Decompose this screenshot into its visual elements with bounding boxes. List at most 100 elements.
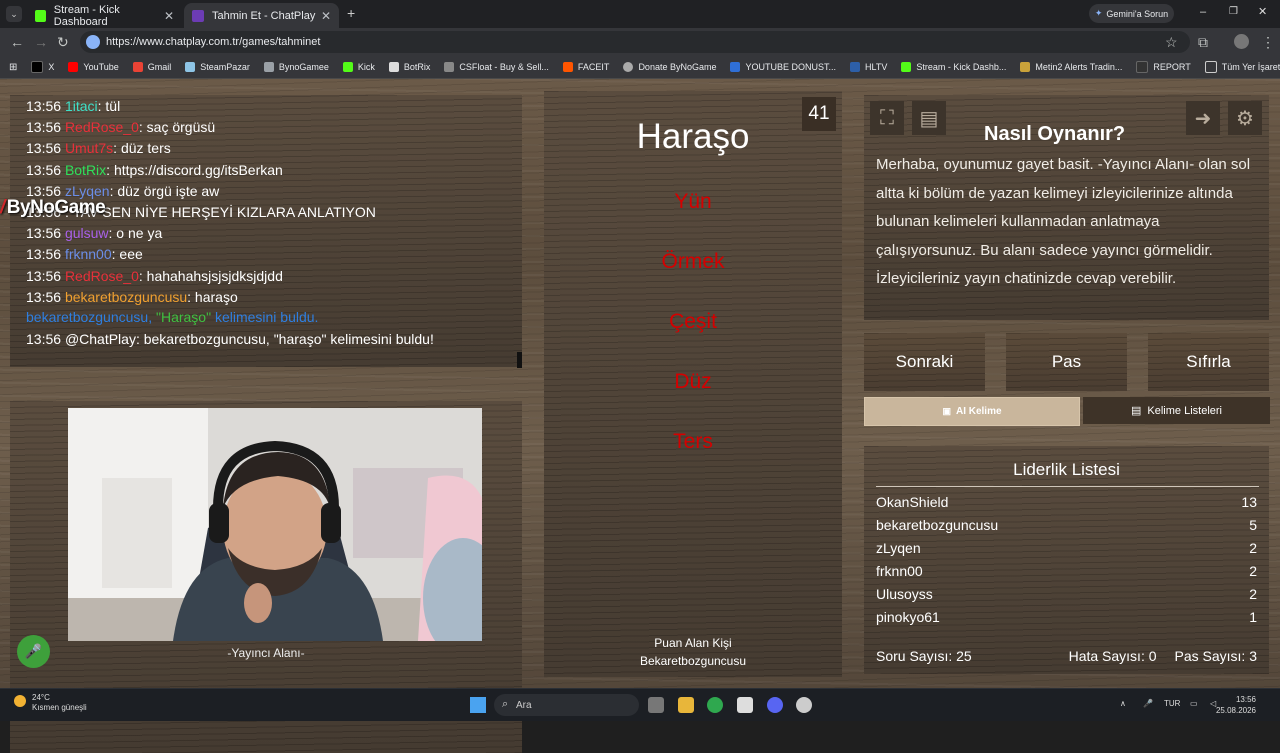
reset-button[interactable]: Sıfırla <box>1148 333 1269 391</box>
message-time: 13:56 <box>26 161 62 178</box>
bookmark-donate[interactable]: Donate ByNoGame <box>623 62 716 72</box>
chat-username[interactable]: frknn00 <box>65 246 112 262</box>
forward-button[interactable]: → <box>34 34 48 50</box>
word-lists-button[interactable]: ▤ Kelime Listeleri <box>1083 397 1270 424</box>
next-button[interactable]: Sonraki <box>864 333 985 391</box>
chat-username[interactable]: bekaretbozguncusu <box>65 289 187 305</box>
close-window-button[interactable]: ✕ <box>1258 5 1267 18</box>
back-button[interactable]: ← <box>10 34 24 50</box>
clock[interactable]: 13:56 25.08.2026 <box>1216 694 1256 716</box>
chrome-icon[interactable] <box>707 697 723 713</box>
bookmark-hltv[interactable]: HLTV <box>850 62 887 72</box>
bookmark-star-icon[interactable]: ☆ <box>1165 34 1178 51</box>
bookmark-bynogamee[interactable]: BynoGamee <box>263 62 329 72</box>
logo-slash-icon: / <box>0 197 5 218</box>
bookmark-label: Metin2 Alerts Tradin... <box>1035 62 1123 72</box>
forbidden-word: Düz <box>674 370 712 393</box>
leaderboard-row: Ulusoyss 2 <box>876 586 1257 602</box>
chat-username[interactable]: 1itaci <box>65 98 98 114</box>
minimize-button[interactable]: – <box>1200 6 1206 18</box>
message-time: 13:56 <box>26 119 62 136</box>
ai-word-label: AI Kelime <box>955 406 1002 417</box>
microphone-tray-icon[interactable]: 🎤 <box>1143 699 1153 708</box>
menu-icon[interactable]: ⋮ <box>1261 34 1275 51</box>
chevron-up-icon[interactable]: ∧ <box>1120 699 1126 708</box>
bookmark-label: YOUTUBE DONUST... <box>745 62 836 72</box>
bookmark-csfloat[interactable]: CSFloat - Buy & Sell... <box>444 62 549 72</box>
search-icon: ⌕ <box>502 698 509 710</box>
chat-username[interactable]: Umut7s <box>65 140 113 156</box>
pass-button[interactable]: Pas <box>1006 333 1127 391</box>
logout-icon[interactable]: ➜ <box>1186 101 1220 135</box>
chat-username[interactable]: RedRose_0 <box>65 119 139 135</box>
bot-text: @ChatPlay: bekaretbozguncusu, "haraşo" k… <box>64 331 434 347</box>
bot-message: 13:56 @ChatPlay: bekaretbozguncusu, "har… <box>26 331 434 347</box>
task-view-icon[interactable] <box>648 697 664 713</box>
profile-avatar[interactable] <box>1234 34 1249 49</box>
bookmark-youtube[interactable]: YouTube <box>68 62 119 72</box>
forbidden-word: Çeşit <box>669 310 717 333</box>
bookmark-steampazar[interactable]: SteamPazar <box>185 62 250 72</box>
chat-username[interactable]: RedRose_0 <box>65 268 139 284</box>
pass-count: Pas Sayısı: 3 <box>1174 648 1257 664</box>
site-info-icon[interactable] <box>86 35 100 49</box>
youtube-icon <box>68 62 79 72</box>
player-name: frknn00 <box>876 563 923 579</box>
taskbar-search[interactable]: ⌕ Ara <box>494 694 639 716</box>
leaderboard-row: OkanShield 13 <box>876 494 1257 510</box>
kick-icon <box>35 9 46 22</box>
leaderboard-panel: Liderlik Listesi OkanShield 13 bekaretboz… <box>864 446 1269 674</box>
language-indicator[interactable]: TUR <box>1164 699 1180 708</box>
bookmark-kick-stream[interactable]: Stream - Kick Dashb... <box>901 62 1006 72</box>
message-text: : eee <box>111 246 143 263</box>
app-icon[interactable] <box>796 697 812 713</box>
apps-icon[interactable]: ⊞ <box>9 62 17 73</box>
weather-widget[interactable]: 24°C Kısmen güneşli <box>14 693 87 713</box>
extensions-icon[interactable]: ⧉ <box>1198 34 1208 51</box>
gmail-icon <box>132 62 143 72</box>
network-icon[interactable]: ▭ <box>1190 699 1198 708</box>
bookmark-report[interactable]: REPORT <box>1136 61 1191 73</box>
chat-message: 13:56 BotRix: https://discord.gg/itsBerk… <box>26 162 283 178</box>
bookmark-label: Gmail <box>147 62 172 72</box>
settings-gear-icon[interactable]: ⚙ <box>1228 101 1262 135</box>
bookmark-youtube-donust[interactable]: YOUTUBE DONUST... <box>730 62 836 72</box>
list-icon: ▤ <box>1131 405 1142 417</box>
message-time: 13:56 <box>26 225 62 242</box>
chat-username[interactable]: BotRix <box>65 162 106 178</box>
bookmarks-bar: ⊞ X YouTube Gmail SteamPazar BynoGamee K… <box>0 56 1280 79</box>
gemini-button[interactable]: ✦ Gemini'a Sorun <box>1089 4 1174 23</box>
bookmark-botrix[interactable]: BotRix <box>388 62 431 72</box>
document-icon[interactable]: ▤ <box>912 101 946 135</box>
tab-chatplay[interactable]: Tahmin Et - ChatPlay ✕ <box>184 3 339 28</box>
chat-panel: 13:56 1itaci: tül 13:56 RedRose_0: saç ör… <box>10 95 522 367</box>
file-explorer-icon[interactable] <box>678 697 694 713</box>
tab-search-button[interactable]: ⌄ <box>6 6 22 22</box>
bookmark-kick[interactable]: Kick <box>342 62 375 72</box>
all-bookmarks[interactable]: Tüm Yer İşaretleri <box>1204 61 1280 73</box>
globe-icon <box>623 62 634 72</box>
bookmark-x[interactable]: X <box>31 61 54 73</box>
bookmark-metin2[interactable]: Metin2 Alerts Tradin... <box>1020 62 1122 72</box>
discord-icon[interactable] <box>767 697 783 713</box>
found-word: "Haraşo" <box>155 309 212 325</box>
new-tab-button[interactable]: + <box>347 5 355 21</box>
bookmark-faceit[interactable]: FACEIT <box>562 62 609 72</box>
tab-kick-dashboard[interactable]: Stream - Kick Dashboard ✕ <box>27 3 182 28</box>
obs-icon[interactable] <box>737 697 753 713</box>
bookmark-label: BotRix <box>403 62 431 72</box>
ai-word-button[interactable]: ▣ AI Kelime <box>864 397 1080 426</box>
chat-scrollbar[interactable] <box>517 352 522 368</box>
message-text: : YAV SEN NİYE HERŞEYİ KIZLARA ANLATIYON <box>64 204 376 220</box>
start-button[interactable] <box>470 697 486 713</box>
fullscreen-icon[interactable]: ⛶ <box>870 101 904 135</box>
close-icon[interactable]: ✕ <box>164 9 174 23</box>
close-icon[interactable]: ✕ <box>321 9 331 23</box>
reload-button[interactable]: ↻ <box>57 34 69 51</box>
maximize-button[interactable]: ❐ <box>1229 6 1238 17</box>
chat-message: 13:56 1itaci: tül <box>26 98 120 114</box>
chat-username[interactable]: gulsuw <box>65 225 109 241</box>
url-input[interactable]: https://www.chatplay.com.tr/games/tahmin… <box>80 31 1190 53</box>
bookmark-gmail[interactable]: Gmail <box>132 62 172 72</box>
error-count: Hata Sayısı: 0 <box>1068 648 1157 664</box>
